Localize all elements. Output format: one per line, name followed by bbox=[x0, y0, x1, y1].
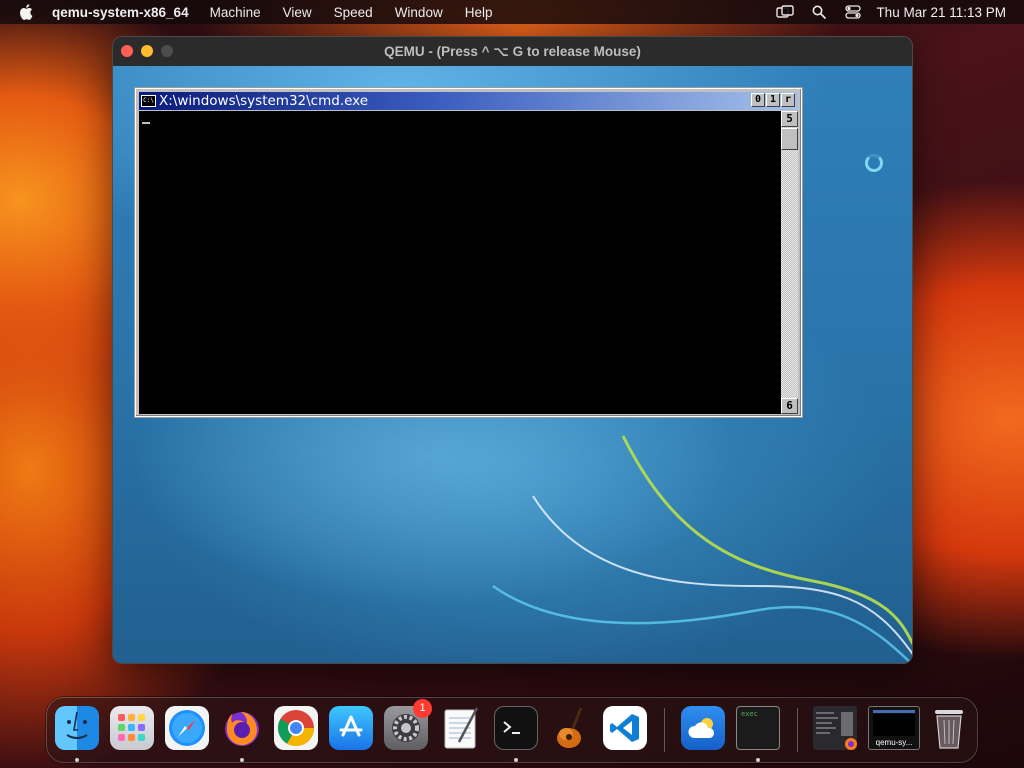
running-indicator bbox=[240, 758, 244, 762]
finder-icon[interactable] bbox=[55, 706, 99, 750]
dock-separator bbox=[797, 708, 798, 752]
qemu-titlebar[interactable]: QEMU - (Press ^ ⌥ G to release Mouse) bbox=[113, 37, 912, 66]
system-settings-icon[interactable]: 1 bbox=[384, 699, 432, 750]
qemu-thumbnail-label: qemu-sy... bbox=[875, 738, 913, 747]
trash-icon[interactable] bbox=[927, 706, 971, 750]
cmd-console-area[interactable] bbox=[139, 111, 781, 414]
menu-bar: qemu-system-x86_64 Machine View Speed Wi… bbox=[0, 0, 1024, 24]
menu-help[interactable]: Help bbox=[465, 5, 493, 20]
scroll-up-button[interactable]: 5 bbox=[781, 111, 798, 127]
running-indicator bbox=[756, 758, 760, 762]
minimize-window-button[interactable] bbox=[141, 45, 153, 57]
qemu-thumbnail-icon[interactable]: qemu-sy... bbox=[868, 706, 920, 750]
garageband-icon[interactable] bbox=[549, 706, 593, 750]
dock-separator bbox=[664, 708, 665, 752]
running-indicator bbox=[75, 758, 79, 762]
running-indicator bbox=[514, 758, 518, 762]
menu-clock[interactable]: Thu Mar 21 11:13 PM bbox=[876, 5, 1006, 20]
terminal-icon[interactable] bbox=[494, 706, 538, 750]
text-cursor bbox=[142, 122, 150, 124]
launchpad-icon[interactable] bbox=[110, 706, 154, 750]
weather-icon[interactable] bbox=[681, 706, 725, 750]
cmd-system-menu-icon[interactable]: C:\ bbox=[141, 95, 156, 107]
firefox-icon[interactable] bbox=[220, 706, 264, 750]
cmd-minimize-button[interactable]: 0 bbox=[751, 93, 765, 107]
loading-spinner-icon bbox=[865, 154, 883, 172]
notification-badge: 1 bbox=[413, 699, 432, 718]
qemu-window: QEMU - (Press ^ ⌥ G to release Mouse) C:… bbox=[112, 36, 913, 664]
cmd-title-buttons: 0 1 r bbox=[751, 93, 795, 107]
zoom-window-button[interactable] bbox=[161, 45, 173, 57]
spotlight-search-icon[interactable] bbox=[802, 0, 836, 24]
apple-menu-icon[interactable] bbox=[12, 0, 40, 24]
qemu-window-title: QEMU - (Press ^ ⌥ G to release Mouse) bbox=[384, 43, 641, 59]
cmd-window-title: X:\windows\system32\cmd.exe bbox=[159, 93, 369, 109]
window-controls bbox=[121, 45, 173, 57]
guest-display[interactable]: C:\ X:\windows\system32\cmd.exe 0 1 r 5 … bbox=[113, 66, 912, 663]
close-window-button[interactable] bbox=[121, 45, 133, 57]
scrollbar-thumb[interactable] bbox=[781, 128, 798, 150]
scroll-down-button[interactable]: 6 bbox=[781, 398, 798, 414]
menu-view[interactable]: View bbox=[283, 5, 312, 20]
chrome-icon[interactable] bbox=[274, 706, 318, 750]
cmd-vertical-scrollbar[interactable]: 5 6 bbox=[781, 111, 798, 414]
cmd-maximize-button[interactable]: 1 bbox=[766, 93, 780, 107]
menu-window[interactable]: Window bbox=[395, 5, 443, 20]
screen-mirroring-icon[interactable] bbox=[768, 0, 802, 24]
menu-machine[interactable]: Machine bbox=[210, 5, 261, 20]
menu-speed[interactable]: Speed bbox=[334, 5, 373, 20]
cmd-titlebar[interactable]: C:\ X:\windows\system32\cmd.exe 0 1 r bbox=[139, 92, 798, 110]
cmd-window[interactable]: C:\ X:\windows\system32\cmd.exe 0 1 r 5 … bbox=[135, 88, 802, 417]
exec-terminal-icon[interactable]: exec bbox=[736, 706, 780, 750]
exec-label: exec bbox=[741, 710, 758, 718]
minimized-window-icon[interactable] bbox=[813, 706, 857, 750]
control-center-icon[interactable] bbox=[836, 0, 870, 24]
app-store-icon[interactable] bbox=[329, 706, 373, 750]
dock: 1 exec qemu-sy... bbox=[46, 697, 978, 763]
vscode-icon[interactable] bbox=[603, 706, 647, 750]
menu-app-name[interactable]: qemu-system-x86_64 bbox=[52, 5, 189, 20]
cmd-close-button[interactable]: r bbox=[781, 93, 795, 107]
textedit-icon[interactable] bbox=[439, 706, 483, 750]
safari-icon[interactable] bbox=[165, 706, 209, 750]
